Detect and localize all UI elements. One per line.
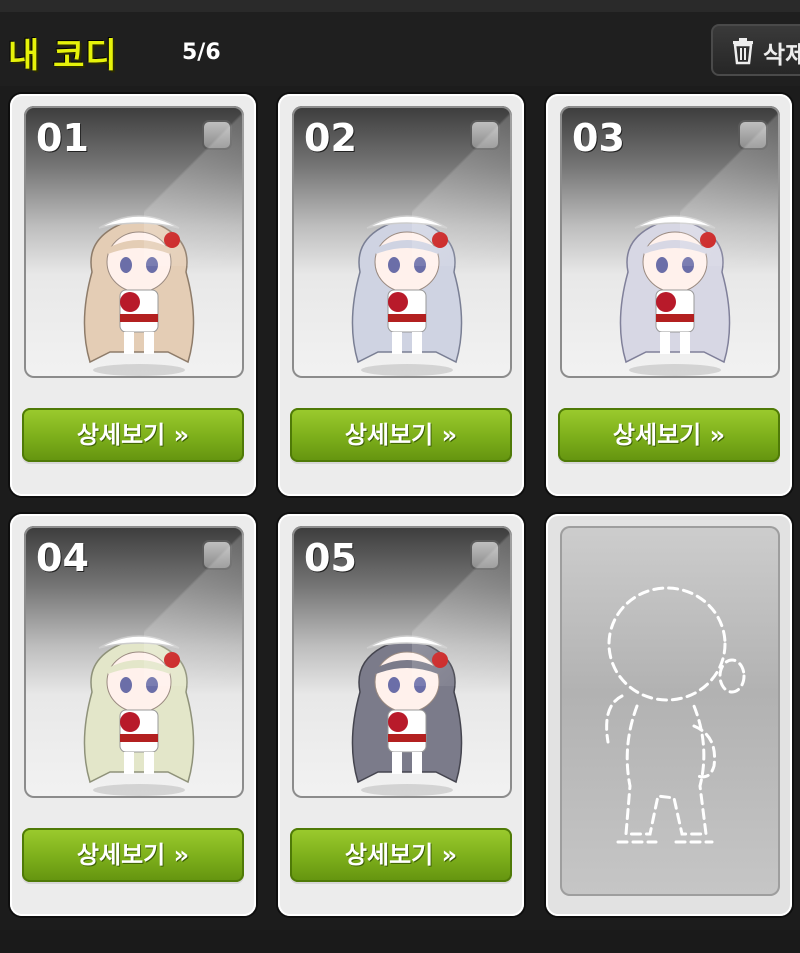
slot-preview-panel: 05 xyxy=(292,526,512,798)
slot-preview-panel: 01 xyxy=(24,106,244,378)
empty-slot-panel xyxy=(560,526,780,896)
delete-button[interactable]: 삭제 xyxy=(711,24,800,76)
top-strip xyxy=(0,0,800,12)
outfit-slot-02[interactable]: 02 상세보기 » xyxy=(278,94,524,496)
detail-view-button[interactable]: 상세보기 » xyxy=(22,828,244,882)
header-bar xyxy=(0,12,800,86)
slot-preview-panel: 03 xyxy=(560,106,780,378)
bottom-strip xyxy=(0,930,800,953)
select-checkbox[interactable] xyxy=(470,540,500,570)
detail-view-button[interactable]: 상세보기 » xyxy=(290,828,512,882)
slot-preview-panel: 04 xyxy=(24,526,244,798)
empty-body-outline-icon xyxy=(605,586,746,844)
slot-number: 05 xyxy=(304,536,357,580)
empty-outfit-slot[interactable] xyxy=(546,514,792,916)
trash-icon xyxy=(731,37,755,71)
outfit-slot-04[interactable]: 04 상세보기 » xyxy=(10,514,256,916)
slot-count: 5/6 xyxy=(182,40,221,65)
character-avatar xyxy=(351,635,463,796)
select-checkbox[interactable] xyxy=(738,120,768,150)
select-checkbox[interactable] xyxy=(202,120,232,150)
slot-number: 04 xyxy=(36,536,89,580)
character-avatar xyxy=(351,215,463,376)
character-avatar xyxy=(83,635,195,796)
slot-preview-panel: 02 xyxy=(292,106,512,378)
select-checkbox[interactable] xyxy=(470,120,500,150)
detail-view-button[interactable]: 상세보기 » xyxy=(558,408,780,462)
page-title: 내 코디 xyxy=(8,36,118,76)
select-checkbox[interactable] xyxy=(202,540,232,570)
slot-number: 01 xyxy=(36,116,89,160)
character-avatar xyxy=(83,215,195,376)
delete-button-label: 삭제 xyxy=(763,41,800,69)
outfit-slot-05[interactable]: 05 상세보기 » xyxy=(278,514,524,916)
slot-number: 03 xyxy=(572,116,625,160)
character-avatar xyxy=(619,215,731,376)
detail-view-button[interactable]: 상세보기 » xyxy=(22,408,244,462)
slot-number: 02 xyxy=(304,116,357,160)
outfit-slot-01[interactable]: 01 상세보기 » xyxy=(10,94,256,496)
detail-view-button[interactable]: 상세보기 » xyxy=(290,408,512,462)
outfit-slot-03[interactable]: 03 상세보기 » xyxy=(546,94,792,496)
